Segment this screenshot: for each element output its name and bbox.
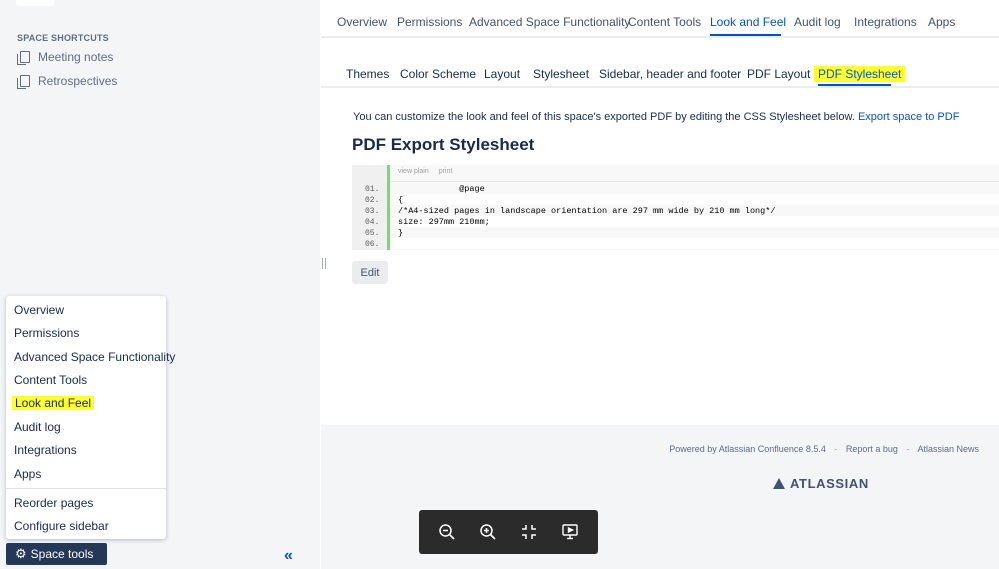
line-number: 03. [365,207,380,216]
zoom-out-icon[interactable] [432,517,462,547]
report-bug-link[interactable]: Report a bug [846,444,898,454]
powered-by-link[interactable]: Powered by Atlassian Confluence 8.5.4 [669,444,826,454]
footer-separator: · [834,444,838,454]
menu-item-reorder-pages[interactable]: Reorder pages [14,496,93,510]
space-tools-button[interactable]: ⚙ Space tools [6,543,107,565]
tab-apps[interactable]: Apps [928,15,955,29]
gear-icon: ⚙ [15,546,27,561]
code-line: @page [398,184,485,194]
shortcut-retrospectives[interactable]: Retrospectives [17,74,118,89]
tab-advanced-space-functionality[interactable]: Advanced Space Functionality [469,15,630,29]
subtab-stylesheet[interactable]: Stylesheet [533,67,589,81]
code-row-stripe [390,194,999,205]
sidebar: SPACE SHORTCUTS Meeting notes Retrospect… [0,0,320,569]
subtab-layout[interactable]: Layout [484,67,520,81]
atlassian-logo-icon [773,478,785,489]
subtab-pdf-stylesheet[interactable]: PDF Stylesheet [814,66,906,82]
subtab-themes[interactable]: Themes [346,67,389,81]
intro-description: You can customize the look and feel of t… [353,111,855,123]
menu-item-content-tools[interactable]: Content Tools [14,373,87,387]
code-line: } [398,228,404,238]
line-number: 02. [365,196,380,205]
edit-button[interactable]: Edit [352,261,388,284]
code-toolbar: view plain print [398,168,460,175]
space-shortcuts-title: SPACE SHORTCUTS [17,33,109,43]
page-title: PDF Export Stylesheet [352,135,535,154]
page-copy-icon [17,50,30,65]
line-number: 01. [365,185,380,194]
menu-item-apps[interactable]: Apps [14,467,41,481]
collapse-sidebar-icon[interactable]: « [284,547,293,565]
atlassian-logo[interactable]: ATLASSIAN [773,476,869,491]
atlassian-logo-text: ATLASSIAN [790,476,869,491]
menu-item-advanced-space-functionality[interactable]: Advanced Space Functionality [14,350,175,364]
menu-divider [6,488,166,489]
zoom-in-icon[interactable] [473,517,503,547]
tab-integrations[interactable]: Integrations [854,15,917,29]
line-number: 05. [365,229,380,238]
menu-item-overview[interactable]: Overview [14,303,64,317]
space-tools-label: Space tools [30,547,94,561]
export-space-to-pdf-link[interactable]: Export space to PDF [858,111,960,123]
view-plain-link[interactable]: view plain [398,168,429,175]
fit-screen-icon[interactable] [514,517,544,547]
active-tab-indicator [710,34,781,36]
code-line: /*A4-sized pages in landscape orientatio… [398,206,776,216]
footer-separator: · [906,444,910,454]
subtab-pdf-layout[interactable]: PDF Layout [747,67,810,81]
code-toolbar-divider [390,181,999,182]
code-row-stripe [390,238,999,249]
menu-item-look-and-feel[interactable]: Look and Feel [12,396,95,410]
print-link[interactable]: print [439,168,453,175]
menu-item-audit-log[interactable]: Audit log [14,420,61,434]
menu-item-configure-sidebar[interactable]: Configure sidebar [14,519,109,533]
shortcut-label: Retrospectives [38,74,118,88]
atlassian-news-link[interactable]: Atlassian News [917,444,979,454]
active-subtab-indicator [818,84,891,86]
subtab-color-scheme[interactable]: Color Scheme [400,67,476,81]
menu-item-permissions[interactable]: Permissions [14,326,79,340]
space-tools-menu: Overview Permissions Advanced Space Func… [6,296,175,539]
space-admin-tabs: Overview Permissions Advanced Space Func… [321,0,999,38]
line-number: 06. [365,240,380,249]
shortcut-label: Meeting notes [38,50,114,64]
code-line: size: 297mm 210mm; [398,217,490,227]
tab-look-and-feel[interactable]: Look and Feel [710,15,786,29]
page-copy-icon [17,74,30,89]
tab-content-tools[interactable]: Content Tools [628,15,701,29]
tab-audit-log[interactable]: Audit log [794,15,841,29]
sidebar-resize-handle[interactable] [322,258,326,269]
line-number: 04. [365,218,380,227]
tab-permissions[interactable]: Permissions [397,15,462,29]
shortcut-meeting-notes[interactable]: Meeting notes [17,50,114,65]
tab-overview[interactable]: Overview [337,15,387,29]
look-and-feel-subtabs: Themes Color Scheme Layout Stylesheet Si… [321,58,999,88]
code-block: view plain print 01. @page 02. { 03. /*A… [352,165,999,250]
footer-links: Powered by Atlassian Confluence 8.5.4 · … [669,444,979,454]
intro-text: You can customize the look and feel of t… [353,111,959,123]
image-viewer-toolbar [419,510,598,554]
code-line: { [398,195,404,205]
subtab-sidebar-header-footer[interactable]: Sidebar, header and footer [599,67,741,81]
space-logo[interactable] [16,0,54,6]
menu-item-integrations[interactable]: Integrations [14,443,77,457]
present-icon[interactable] [555,517,585,547]
